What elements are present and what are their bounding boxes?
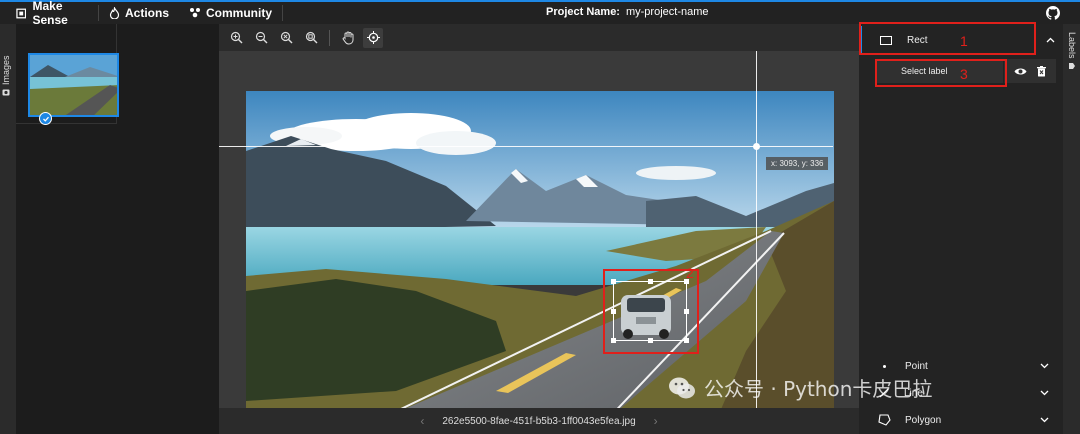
polygon-icon: [878, 414, 891, 426]
labels-tab-label: Labels: [1067, 32, 1077, 59]
project-name-block: Project Name: my-project-name: [546, 6, 709, 18]
point-icon: [883, 364, 886, 368]
project-name-label: Project Name:: [546, 6, 620, 18]
menu-community-label: Community: [206, 6, 273, 20]
make-sense-logo-icon: [16, 8, 27, 18]
camera-icon: [2, 89, 10, 96]
wechat-logo-icon: [668, 375, 696, 401]
github-icon: [1046, 6, 1060, 20]
image-thumbnail[interactable]: [28, 53, 119, 117]
brand-name: Make Sense: [32, 0, 68, 27]
image-labeled-check: [39, 112, 52, 125]
flame-icon: [109, 7, 120, 19]
label-actions: [1004, 59, 1056, 83]
labels-tab-label-wrap: Labels: [1067, 32, 1077, 70]
zoom-fit-button[interactable]: [276, 28, 296, 48]
chevron-up-icon[interactable]: [1046, 37, 1055, 43]
crosshair-icon: [366, 31, 380, 44]
tool-point-label: Point: [905, 360, 928, 372]
chevron-down-icon[interactable]: [1040, 417, 1049, 423]
thumbnail-image: [30, 55, 117, 115]
hand-icon: [342, 31, 353, 44]
image-list: [16, 24, 119, 125]
brand[interactable]: Make Sense: [0, 0, 98, 27]
divider: [282, 5, 284, 21]
tool-polygon-label: Polygon: [905, 414, 942, 426]
annotation-box-1: [859, 22, 1036, 55]
images-tab-label-wrap: Images: [1, 55, 11, 96]
cursor-coordinates: x: 3093, y: 336: [766, 157, 829, 170]
annotation-number-3: 3: [960, 66, 968, 82]
annotation-box-2: [603, 269, 699, 354]
chevron-down-icon[interactable]: [1040, 390, 1049, 396]
crosshair-center: [753, 143, 760, 150]
crosshair-button[interactable]: [363, 27, 383, 48]
chevron-down-icon[interactable]: [1040, 363, 1049, 369]
images-tab-label: Images: [1, 55, 11, 85]
editor-toolbar: [219, 24, 859, 51]
annotation-number-1: 1: [960, 33, 968, 49]
previous-image-button[interactable]: ‹: [420, 414, 424, 428]
toolbar-divider: [329, 29, 330, 46]
pan-button[interactable]: [338, 28, 358, 48]
annotation-number-2: 2: [686, 265, 694, 281]
images-side-tab[interactable]: Images: [0, 24, 16, 434]
zoom-in-icon: [230, 31, 242, 44]
zoom-max-icon: [305, 31, 317, 44]
zoom-fit-icon: [280, 31, 292, 44]
watermark: 公众号 · Python卡皮巴拉: [668, 373, 932, 402]
check-icon: [42, 116, 49, 122]
eye-icon[interactable]: [1014, 67, 1027, 76]
menu-community[interactable]: Community: [179, 6, 282, 20]
menu-actions[interactable]: Actions: [99, 6, 179, 20]
crosshair-vertical: [756, 51, 757, 408]
trash-icon[interactable]: [1037, 65, 1046, 77]
image-canvas[interactable]: [246, 91, 834, 421]
annotation-box-3: [875, 59, 1007, 87]
community-icon: [190, 8, 201, 18]
zoom-max-button[interactable]: [301, 28, 321, 48]
landscape-photo: [246, 91, 834, 421]
watermark-text: 公众号 · Python卡皮巴拉: [704, 377, 933, 401]
zoom-out-button[interactable]: [251, 28, 271, 48]
crosshair-horizontal: [219, 146, 833, 147]
top-bar: Make Sense Actions Community Project Nam…: [0, 0, 1080, 27]
next-image-button[interactable]: ›: [654, 414, 658, 428]
zoom-in-button[interactable]: [226, 28, 246, 48]
editor-canvas[interactable]: x: 3093, y: 336 2: [219, 51, 859, 421]
github-link[interactable]: [1046, 6, 1060, 25]
file-navigation: ‹ 262e5500-8fae-451f-b5b3-1ff0043e5fea.j…: [219, 408, 859, 434]
tag-icon: [1069, 62, 1075, 69]
labels-side-tab[interactable]: Labels: [1063, 24, 1080, 434]
image-filename: 262e5500-8fae-451f-b5b3-1ff0043e5fea.jpg: [442, 415, 636, 427]
tool-polygon[interactable]: Polygon: [859, 406, 1063, 434]
zoom-out-icon: [255, 31, 267, 44]
menu-actions-label: Actions: [125, 6, 170, 20]
project-name-input[interactable]: my-project-name: [626, 6, 709, 18]
